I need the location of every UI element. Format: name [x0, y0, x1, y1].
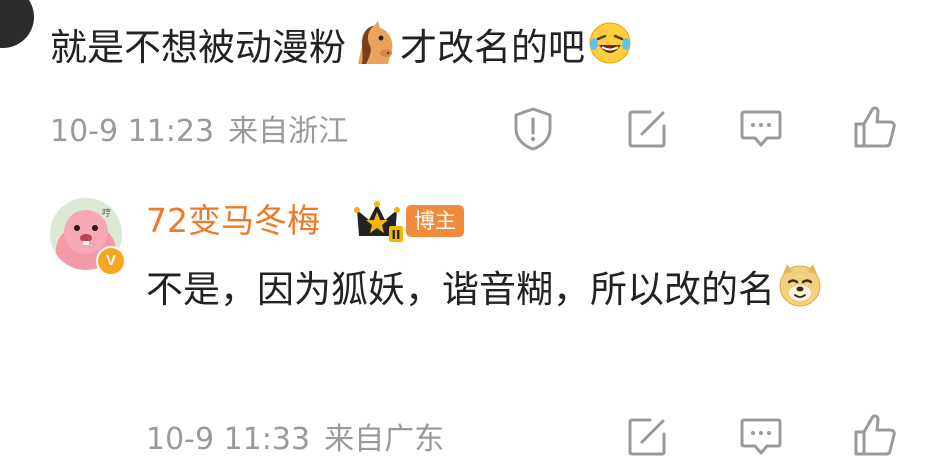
- doge-emoji-icon: [777, 262, 823, 328]
- comment-text-part-1: 就是不想被动漫粉: [50, 26, 346, 69]
- comment-text: 就是不想被动漫粉 才改名的吧: [50, 18, 635, 84]
- laugh-cry-emoji-icon: [587, 20, 633, 84]
- reply-text-body: 不是，因为狐妖，谐音糊，所以改的名: [146, 268, 775, 311]
- like-button[interactable]: [852, 106, 898, 152]
- report-icon: [512, 107, 554, 155]
- comment-icon: [739, 108, 783, 154]
- verified-badge: V: [96, 246, 126, 276]
- comment-icon: [739, 416, 783, 462]
- reply-text: 不是，因为狐妖，谐音糊，所以改的名: [146, 258, 906, 328]
- reply-location: 来自广东: [324, 422, 445, 457]
- share-icon: [626, 108, 668, 154]
- comment-location: 来自浙江: [228, 114, 349, 149]
- comment-button[interactable]: [738, 108, 784, 154]
- share-icon: [626, 416, 668, 462]
- reply-meta: 10-9 11:33 来自广东: [146, 420, 444, 460]
- comment-text-part-2: 才改名的吧: [400, 26, 585, 69]
- comment-time: 10-9 11:23: [50, 114, 215, 149]
- reply-share-button[interactable]: [624, 416, 670, 462]
- crown-level-text: II: [392, 228, 401, 242]
- reply-like-button[interactable]: [852, 414, 898, 460]
- like-icon: [852, 412, 898, 462]
- horse-emoji-icon: [348, 20, 398, 84]
- crown-level-icon: II: [353, 198, 409, 244]
- comment-meta: 10-9 11:23 来自浙江: [50, 112, 348, 152]
- blogger-badge: 博主: [406, 205, 464, 237]
- reply-comment-button[interactable]: [738, 416, 784, 462]
- reply-username[interactable]: 72变马冬梅: [146, 198, 320, 244]
- like-icon: [852, 104, 898, 154]
- commenter-avatar[interactable]: [0, 0, 34, 48]
- share-button[interactable]: [624, 108, 670, 154]
- svg-text:哼: 哼: [102, 207, 111, 219]
- reply-time: 10-9 11:33: [146, 422, 311, 457]
- report-button[interactable]: [510, 107, 556, 155]
